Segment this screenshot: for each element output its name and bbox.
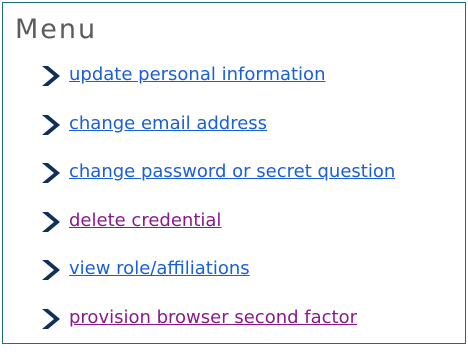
chevron-right-icon: [42, 114, 60, 135]
chevron-right-icon: [42, 163, 60, 184]
menu-panel: Menu update personal information change …: [2, 2, 466, 344]
view-role-affiliations-link[interactable]: view role/affiliations: [69, 257, 250, 281]
menu-list: update personal information change email…: [39, 63, 395, 355]
provision-browser-second-factor-link[interactable]: provision browser second factor: [69, 306, 357, 330]
chevron-right-icon: [42, 308, 60, 329]
change-password-link[interactable]: change password or secret question: [69, 160, 395, 184]
menu-item-delete-credential: delete credential: [39, 209, 395, 258]
menu-title: Menu: [15, 14, 98, 45]
menu-item-update-personal-information: update personal information: [39, 63, 395, 112]
menu-item-view-role-affiliations: view role/affiliations: [39, 257, 395, 306]
menu-item-change-password: change password or secret question: [39, 160, 395, 209]
chevron-right-icon: [42, 260, 60, 281]
menu-item-provision-browser-second-factor: provision browser second factor: [39, 306, 395, 355]
update-personal-information-link[interactable]: update personal information: [69, 63, 325, 87]
chevron-right-icon: [42, 211, 60, 232]
delete-credential-link[interactable]: delete credential: [69, 209, 221, 233]
menu-item-change-email-address: change email address: [39, 112, 395, 161]
change-email-address-link[interactable]: change email address: [69, 112, 267, 136]
chevron-right-icon: [42, 66, 60, 86]
